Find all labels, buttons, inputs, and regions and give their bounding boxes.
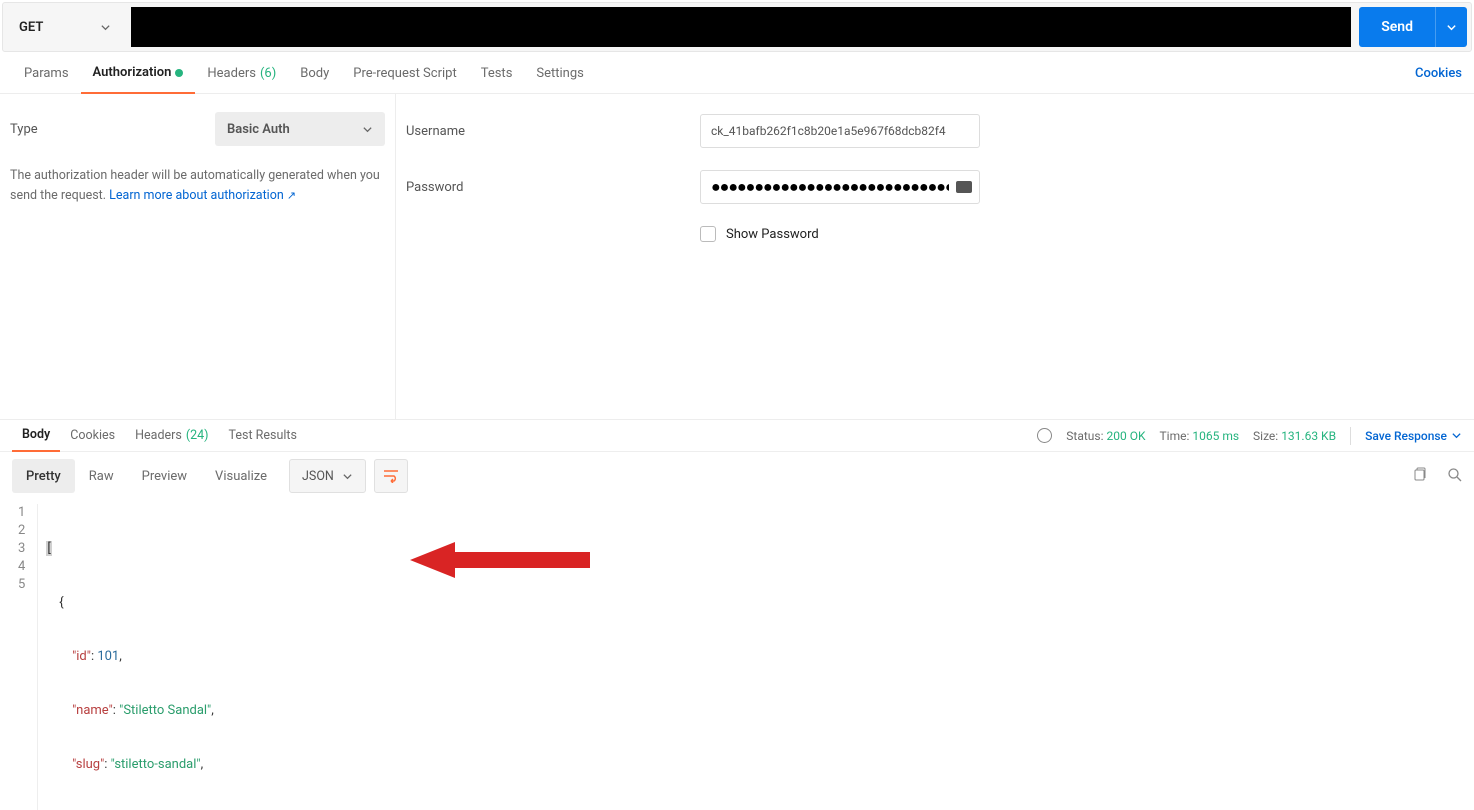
line-gutter: 12345 <box>0 504 38 810</box>
auth-type-select[interactable]: Basic Auth <box>215 112 385 146</box>
search-icon[interactable] <box>1447 467 1462 486</box>
format-select[interactable]: JSON <box>289 459 366 493</box>
size-label: Size: 131.63 KB <box>1253 429 1336 443</box>
view-raw[interactable]: Raw <box>75 459 128 493</box>
view-pretty[interactable]: Pretty <box>12 459 75 493</box>
response-tab-headers[interactable]: Headers (24) <box>125 420 218 452</box>
chevron-down-icon <box>342 471 353 482</box>
tab-params[interactable]: Params <box>12 54 81 94</box>
tab-headers[interactable]: Headers (6) <box>195 54 288 94</box>
http-method-select[interactable]: GET <box>7 7 123 47</box>
reveal-password-icon[interactable] <box>956 181 972 193</box>
annotation-arrow-icon <box>410 540 590 580</box>
time-label: Time: 1065 ms <box>1160 429 1240 443</box>
tab-authorization[interactable]: Authorization <box>81 54 196 94</box>
response-body[interactable]: [ { "id": 101, "name": "Stiletto Sandal"… <box>38 504 213 810</box>
chevron-down-icon <box>1446 22 1457 33</box>
tab-prerequest[interactable]: Pre-request Script <box>341 54 468 94</box>
show-password-checkbox[interactable] <box>700 226 716 242</box>
auth-learn-more-link[interactable]: Learn more about authorization ↗ <box>109 188 296 203</box>
send-button[interactable]: Send <box>1359 7 1467 47</box>
chevron-down-icon <box>1451 430 1462 441</box>
send-button-label: Send <box>1359 7 1435 47</box>
request-url-input[interactable] <box>131 7 1351 47</box>
response-tab-tests[interactable]: Test Results <box>219 420 307 452</box>
username-input[interactable] <box>700 114 980 148</box>
show-password-label: Show Password <box>726 227 819 242</box>
chevron-down-icon <box>362 124 373 135</box>
wrap-icon <box>383 469 399 483</box>
auth-type-value: Basic Auth <box>227 122 290 137</box>
tab-tests[interactable]: Tests <box>469 54 525 94</box>
tab-settings[interactable]: Settings <box>524 54 595 94</box>
auth-help-text: The authorization header will be automat… <box>10 166 385 206</box>
password-input[interactable] <box>700 170 980 204</box>
send-dropdown[interactable] <box>1435 7 1467 47</box>
username-label: Username <box>406 124 700 139</box>
password-label: Password <box>406 180 700 195</box>
chevron-down-icon <box>100 22 111 33</box>
auth-active-dot-icon <box>175 69 183 77</box>
wrap-lines-button[interactable] <box>374 459 408 493</box>
save-response-button[interactable]: Save Response <box>1365 429 1462 443</box>
response-tab-body[interactable]: Body <box>12 420 60 452</box>
view-preview[interactable]: Preview <box>128 459 201 493</box>
auth-type-label: Type <box>10 122 38 137</box>
tab-body[interactable]: Body <box>288 54 341 94</box>
http-method-label: GET <box>19 20 43 35</box>
external-link-icon: ↗ <box>287 189 296 202</box>
status-label: Status: 200 OK <box>1066 429 1145 443</box>
network-icon[interactable] <box>1037 428 1052 443</box>
response-tab-cookies[interactable]: Cookies <box>60 420 125 452</box>
divider <box>1350 427 1351 445</box>
copy-icon[interactable] <box>1412 467 1427 486</box>
cookies-link[interactable]: Cookies <box>1415 66 1462 81</box>
view-visualize[interactable]: Visualize <box>201 459 281 493</box>
